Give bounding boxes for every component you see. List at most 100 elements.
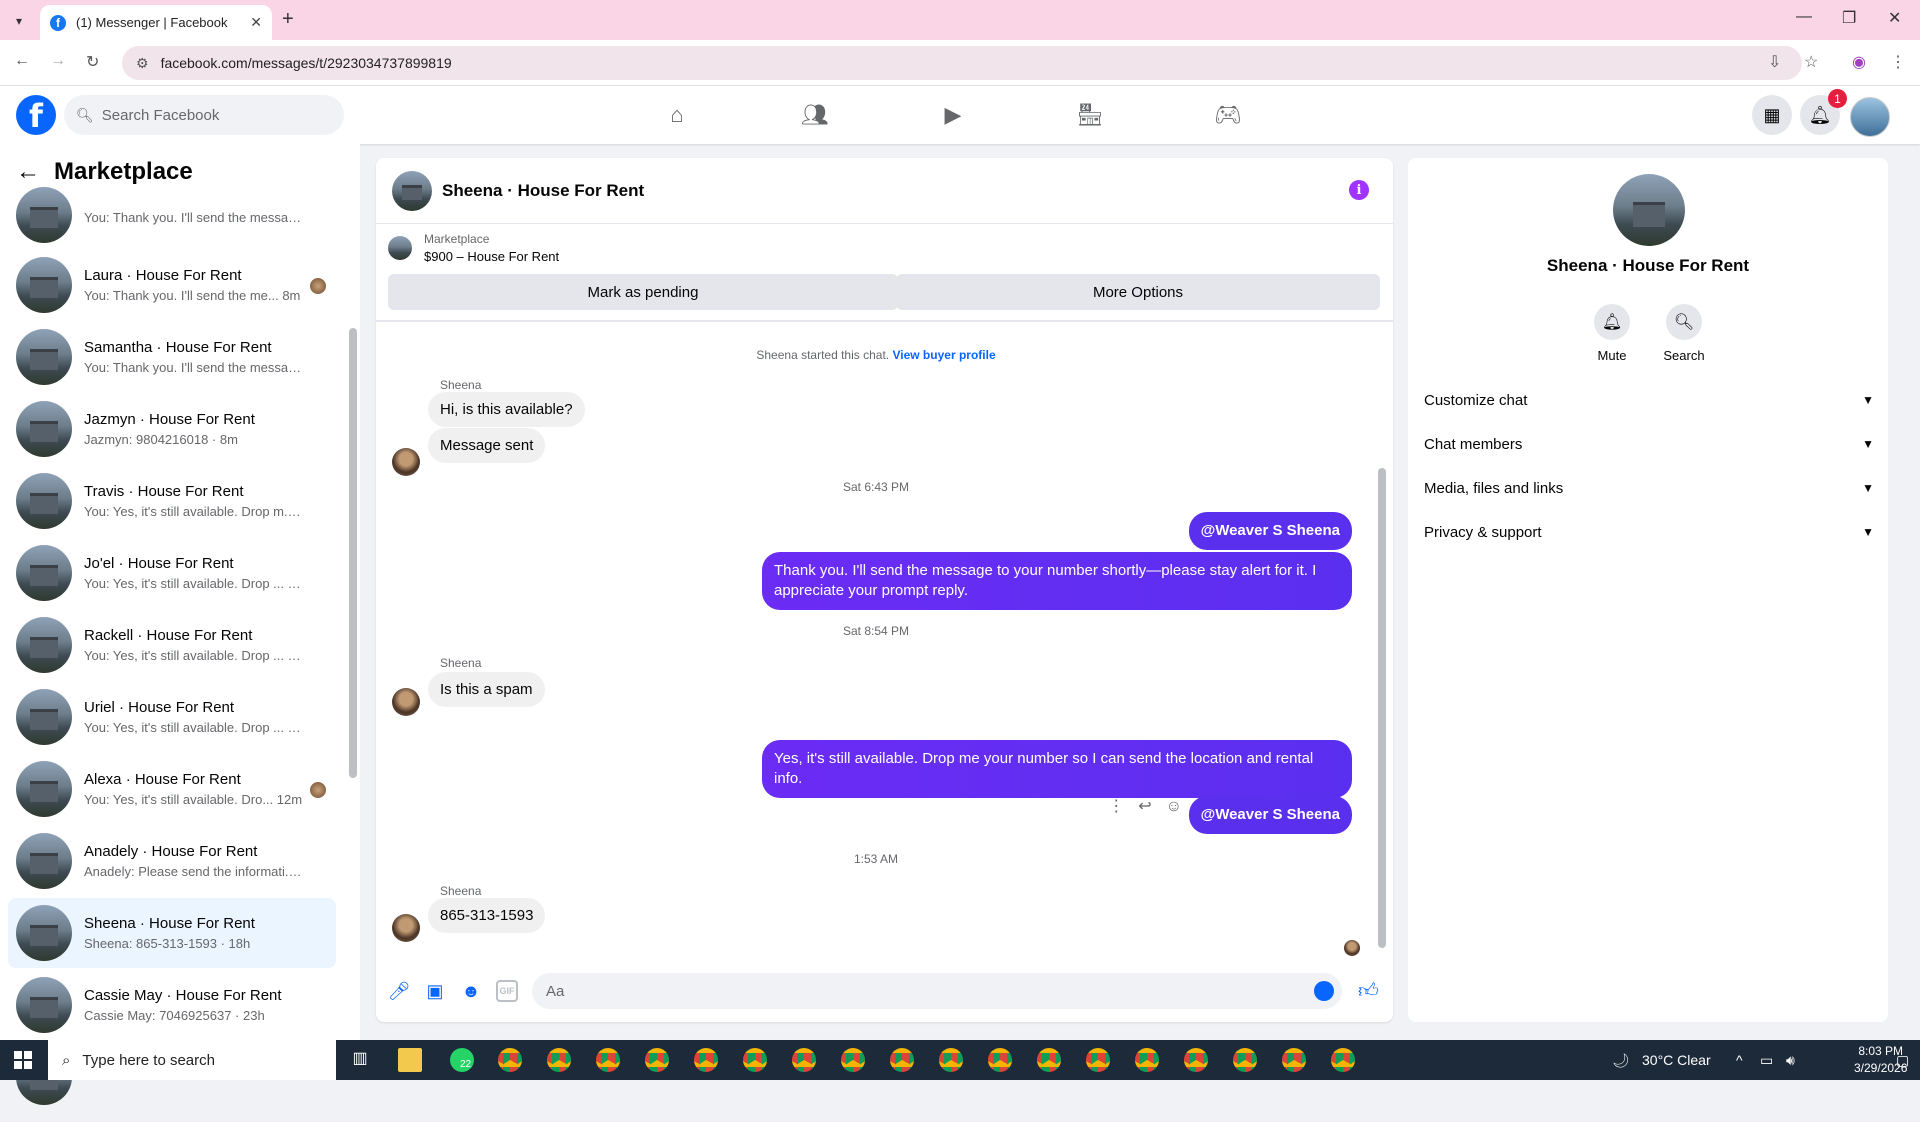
- back-icon[interactable]: ←: [14, 52, 30, 70]
- facebook-logo-icon[interactable]: f: [16, 95, 56, 135]
- photo-icon[interactable]: ▣: [424, 980, 446, 1002]
- conversation-item[interactable]: Jazmyn · House For Rent Jazmyn: 980421601…: [8, 394, 336, 464]
- facebook-search-input[interactable]: 🔍︎ Search Facebook: [64, 95, 344, 135]
- microphone-icon[interactable]: 🎤︎: [388, 980, 411, 1002]
- gif-icon[interactable]: GIF: [496, 980, 518, 1002]
- chrome-icon[interactable]: [792, 1048, 816, 1072]
- conversation-item[interactable]: Sheena · House For Rent Sheena: 865-313-1…: [8, 898, 336, 968]
- browser-menu-icon[interactable]: ⋮: [1890, 52, 1906, 72]
- gaming-icon[interactable]: 🎮︎: [1198, 96, 1258, 134]
- thumbs-up-icon[interactable]: 👍︎: [1358, 979, 1379, 1003]
- conversation-item[interactable]: You: Thank you. I'll send the messa... 8…: [8, 180, 336, 250]
- sender-avatar[interactable]: [392, 688, 420, 716]
- chrome-icon[interactable]: [1331, 1048, 1355, 1072]
- media-files-links-section[interactable]: Media, files and links ▼: [1424, 468, 1874, 508]
- conversation-item[interactable]: Alexa · House For Rent You: Yes, it's sti…: [8, 754, 336, 824]
- chrome-icon[interactable]: [1282, 1048, 1306, 1072]
- message-in[interactable]: Hi, is this available?: [428, 392, 585, 427]
- chrome-icon[interactable]: [1086, 1048, 1110, 1072]
- marketplace-icon[interactable]: 🏪︎: [1060, 96, 1120, 134]
- chrome-icon[interactable]: [498, 1048, 522, 1072]
- site-info-icon[interactable]: ⚙: [136, 55, 149, 72]
- network-icon[interactable]: ▭: [1760, 1040, 1773, 1080]
- conversation-item[interactable]: Rackell · House For Rent You: Yes, it's s…: [8, 610, 336, 680]
- chrome-icon[interactable]: [939, 1048, 963, 1072]
- chat-scrollbar[interactable]: [1378, 468, 1386, 948]
- chrome-icon[interactable]: [743, 1048, 767, 1072]
- new-tab-button[interactable]: +: [282, 8, 294, 31]
- info-icon[interactable]: i: [1349, 180, 1369, 200]
- chrome-icon[interactable]: [1184, 1048, 1208, 1072]
- restore-icon[interactable]: ❐: [1842, 8, 1856, 28]
- message-out[interactable]: Thank you. I'll send the message to your…: [762, 552, 1352, 610]
- sender-avatar[interactable]: [392, 914, 420, 942]
- reload-icon[interactable]: ↻: [86, 52, 99, 72]
- customize-chat-section[interactable]: Customize chat ▼: [1424, 380, 1874, 420]
- sidebar-scrollbar[interactable]: [349, 328, 357, 778]
- conversation-item[interactable]: Travis · House For Rent You: Yes, it's st…: [8, 466, 336, 536]
- forward-icon[interactable]: →: [50, 52, 66, 70]
- message-out-mention[interactable]: @Weaver S Sheena: [1188, 796, 1352, 834]
- weather-text[interactable]: 30°C Clear: [1642, 1040, 1711, 1080]
- chrome-icon[interactable]: [596, 1048, 620, 1072]
- tab-search-dropdown-icon[interactable]: ▾: [8, 10, 30, 32]
- search-conversation-button[interactable]: 🔍︎ Search: [1654, 304, 1714, 363]
- mute-button[interactable]: 🔔︎ Mute: [1582, 304, 1642, 363]
- chrome-icon[interactable]: [694, 1048, 718, 1072]
- chat-avatar[interactable]: [392, 170, 432, 211]
- profile-icon[interactable]: ◉: [1852, 52, 1866, 72]
- chrome-icon[interactable]: [841, 1048, 865, 1072]
- message-input[interactable]: Aa: [532, 973, 1342, 1009]
- close-tab-icon[interactable]: ✕: [250, 14, 262, 31]
- message-in[interactable]: 865-313-1593: [428, 898, 546, 933]
- task-view-icon[interactable]: ▥: [348, 1048, 372, 1072]
- conversation-item[interactable]: Uriel · House For Rent You: Yes, it's sti…: [8, 682, 336, 752]
- chrome-icon[interactable]: [890, 1048, 914, 1072]
- chrome-icon[interactable]: [645, 1048, 669, 1072]
- message-out-mention[interactable]: @Weaver S Sheena: [1188, 512, 1352, 550]
- emoji-icon[interactable]: [1314, 981, 1334, 1001]
- view-buyer-profile-link[interactable]: View buyer profile: [892, 348, 995, 362]
- conversation-item[interactable]: Anadely · House For Rent Anadely: Please …: [8, 826, 336, 896]
- conversation-item[interactable]: Cassie May · House For Rent Cassie May: 7…: [8, 970, 336, 1040]
- more-actions-icon[interactable]: ⋮: [1108, 798, 1138, 815]
- contact-avatar[interactable]: [1613, 174, 1685, 246]
- reply-icon[interactable]: ↩: [1138, 798, 1165, 815]
- volume-icon[interactable]: 🔊︎: [1786, 1040, 1795, 1080]
- conversation-item[interactable]: Laura · House For Rent You: Thank you. I'…: [8, 250, 336, 320]
- weather-icon[interactable]: 🌙︎: [1612, 1040, 1630, 1080]
- message-in[interactable]: Is this a spam: [428, 672, 545, 707]
- home-icon[interactable]: ⌂: [647, 96, 707, 134]
- browser-tab-messenger[interactable]: f (1) Messenger | Facebook ✕: [40, 5, 272, 40]
- chat-title[interactable]: Sheena · House For Rent: [442, 181, 644, 201]
- windows-start-icon[interactable]: [14, 1051, 32, 1069]
- close-window-icon[interactable]: ✕: [1888, 8, 1901, 28]
- message-in[interactable]: Message sent: [428, 428, 546, 463]
- chrome-icon[interactable]: [547, 1048, 571, 1072]
- tray-overflow-icon[interactable]: ^: [1736, 1040, 1743, 1080]
- message-out[interactable]: Yes, it's still available. Drop me your …: [762, 740, 1352, 798]
- notification-center-icon[interactable]: ▢: [1896, 1040, 1909, 1080]
- privacy-support-section[interactable]: Privacy & support ▼: [1424, 512, 1874, 552]
- minimize-icon[interactable]: —: [1796, 8, 1812, 26]
- sender-avatar[interactable]: [392, 448, 420, 476]
- account-avatar[interactable]: [1850, 97, 1890, 137]
- chrome-icon[interactable]: [1135, 1048, 1159, 1072]
- bookmark-star-icon[interactable]: ☆: [1804, 52, 1818, 72]
- menu-grid-icon[interactable]: ▦: [1752, 95, 1792, 135]
- chat-members-section[interactable]: Chat members ▼: [1424, 424, 1874, 464]
- friends-icon[interactable]: 👥︎: [785, 96, 845, 134]
- chrome-icon[interactable]: [988, 1048, 1012, 1072]
- url-bar[interactable]: ⚙ facebook.com/messages/t/29230347378998…: [122, 46, 1802, 80]
- file-explorer-icon[interactable]: [398, 1048, 422, 1072]
- install-app-icon[interactable]: ⇩: [1768, 52, 1781, 72]
- listing-summary[interactable]: Marketplace $900 – House For Rent: [388, 232, 559, 264]
- taskbar-search-input[interactable]: ⌕ Type here to search: [48, 1040, 336, 1080]
- conversation-item[interactable]: Jo'el · House For Rent You: Yes, it's sti…: [8, 538, 336, 608]
- video-icon[interactable]: ▶: [923, 96, 983, 134]
- mark-as-pending-button[interactable]: Mark as pending: [388, 274, 898, 310]
- conversation-item[interactable]: Samantha · House For Rent You: Thank you.…: [8, 322, 336, 392]
- chrome-icon[interactable]: [1037, 1048, 1061, 1072]
- chrome-icon[interactable]: [1233, 1048, 1257, 1072]
- more-options-button[interactable]: More Options: [896, 274, 1380, 310]
